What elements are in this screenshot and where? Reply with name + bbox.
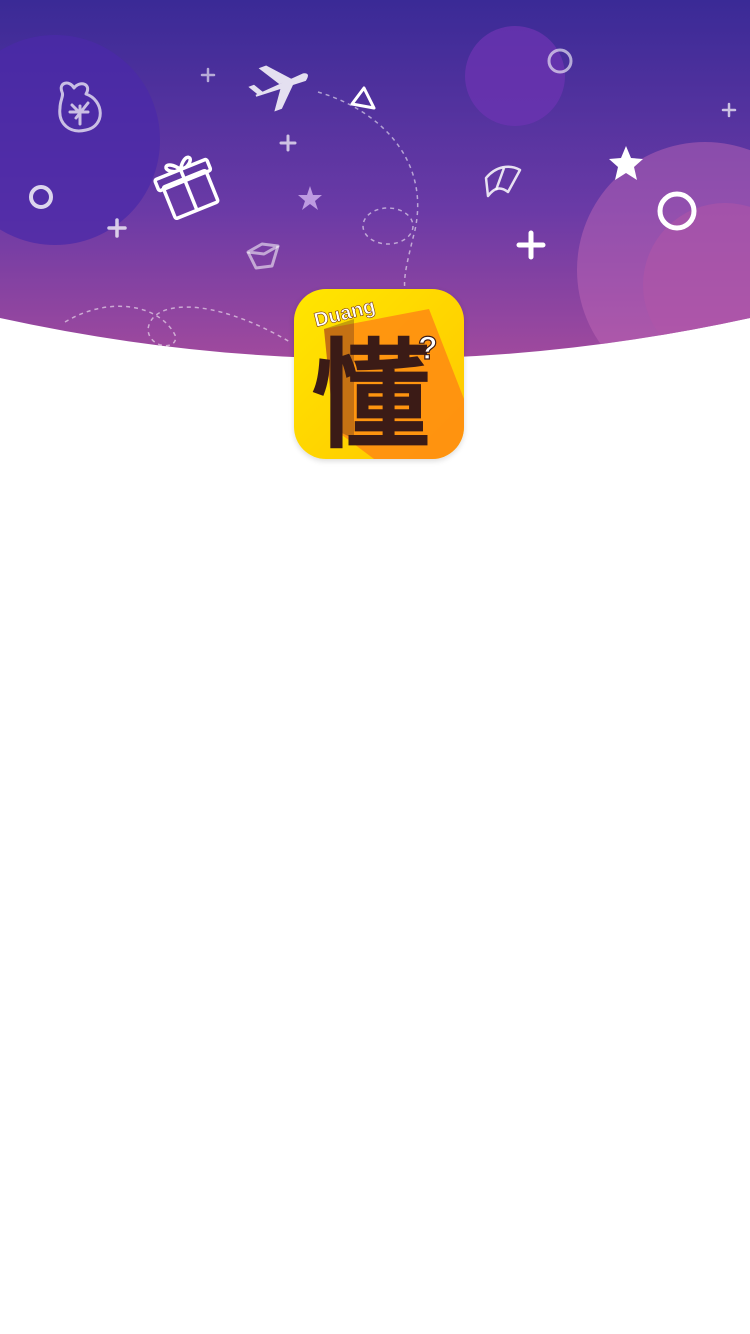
- logo-glyph: 懂: [312, 327, 430, 459]
- splash-body: [0, 470, 750, 1334]
- bg-circle-top: [465, 26, 565, 126]
- logo-question-mark: ?: [418, 330, 438, 366]
- app-logo: Duang 懂 ?: [294, 289, 464, 459]
